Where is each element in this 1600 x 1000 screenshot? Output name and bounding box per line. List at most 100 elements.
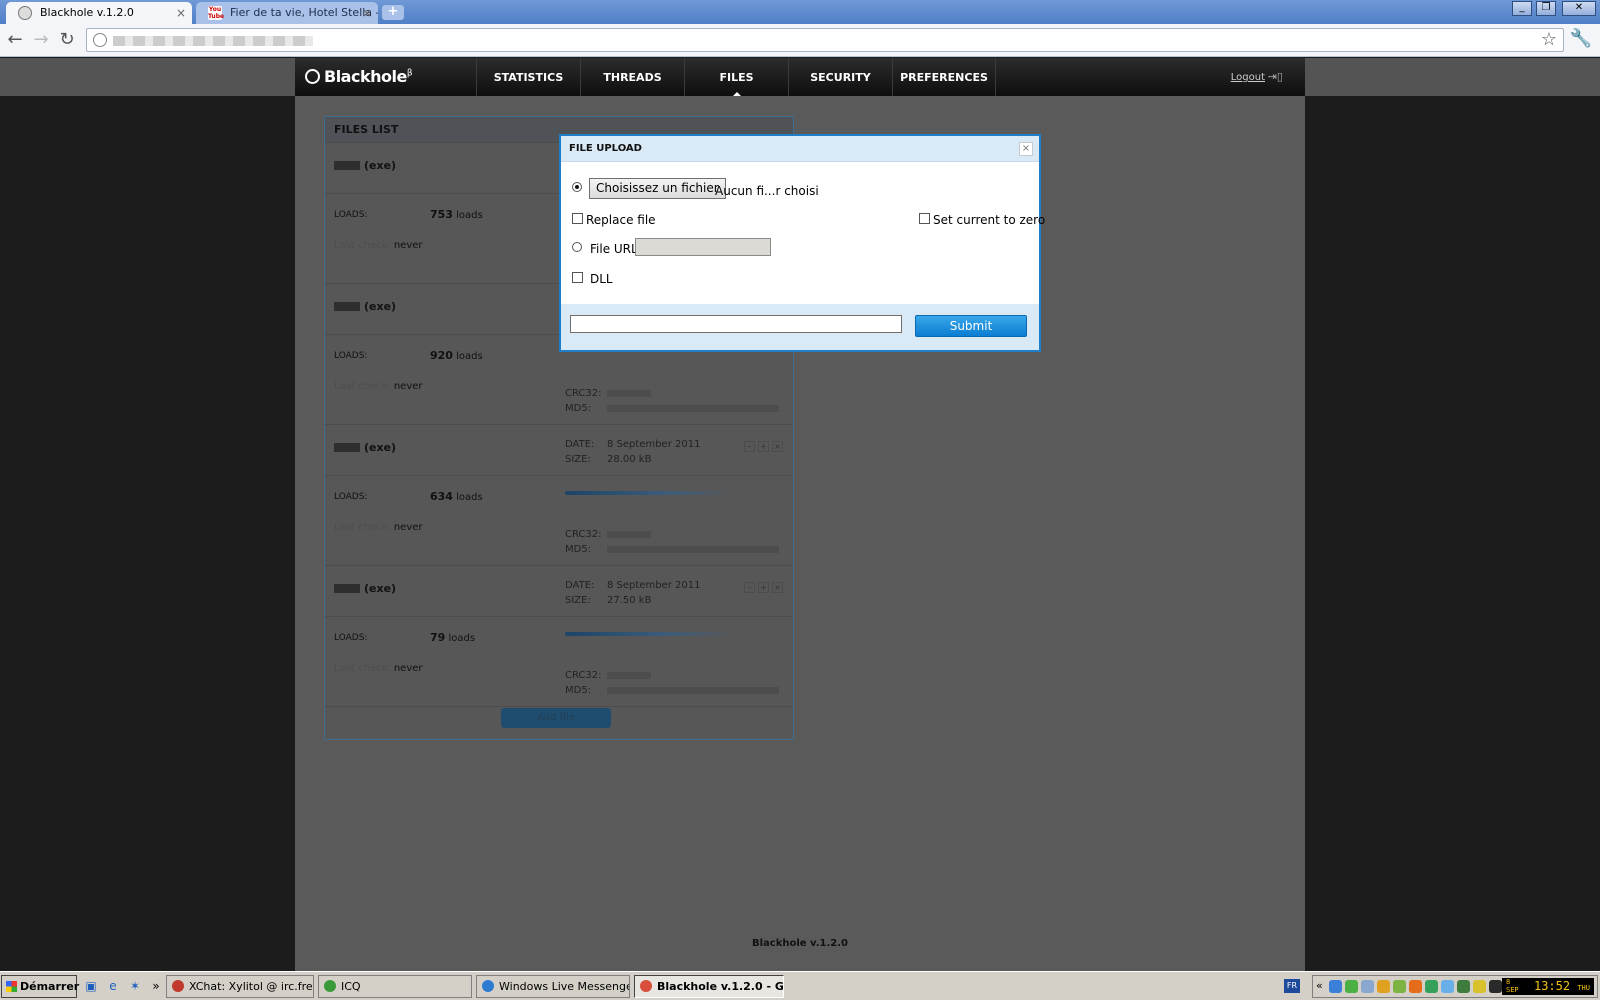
minus-icon[interactable]: – (744, 441, 755, 452)
file-ext: (exe) (364, 159, 397, 172)
close-tab-icon[interactable]: × (362, 2, 372, 24)
back-icon[interactable]: ← (4, 29, 26, 51)
loads-count: 920 (430, 349, 453, 362)
ie-icon[interactable]: e (105, 978, 121, 994)
tray-vc-icon[interactable] (1393, 980, 1406, 993)
tray-lock-icon[interactable] (1377, 980, 1390, 993)
plus-icon[interactable]: + (758, 582, 769, 593)
redacted-block (334, 161, 360, 170)
loads-label: LOADS: (334, 210, 368, 220)
minus-icon[interactable]: – (744, 582, 755, 593)
bookmark-star-icon[interactable]: ☆ (1541, 29, 1557, 51)
tray-warning-icon[interactable] (1473, 980, 1486, 993)
file-ext: (exe) (364, 441, 397, 454)
delete-icon[interactable]: × (772, 582, 783, 593)
redacted-block (334, 443, 360, 452)
task-chrome[interactable]: Blackhole v.1.2.0 - Go... (634, 975, 784, 998)
blurred-url (113, 36, 313, 46)
upload-progress-field (570, 315, 902, 333)
task-label: Blackhole v.1.2.0 - Go... (657, 980, 784, 993)
dll-checkbox[interactable] (572, 272, 583, 283)
file-url-radio[interactable] (572, 242, 582, 252)
file-url-input[interactable] (635, 238, 771, 256)
replace-file-checkbox[interactable] (572, 213, 583, 224)
nav-preferences[interactable]: PREFERENCES (892, 58, 996, 96)
replace-file-label: Replace file (586, 213, 656, 227)
start-button[interactable]: Démarrer (1, 975, 79, 998)
divider (325, 475, 793, 476)
file-date: DATE: 8 September 2011 (565, 439, 700, 450)
loads-bar (565, 632, 732, 636)
close-window-button[interactable]: ✕ (1562, 1, 1596, 16)
tab-youtube[interactable]: YouTube Fier de ta vie, Hotel Stella - Y… (196, 2, 378, 24)
redacted-block (607, 671, 651, 679)
loads-value: 634 loads (430, 490, 483, 503)
task-messenger[interactable]: Windows Live Messenger (476, 975, 630, 998)
quicklaunch-overflow[interactable]: » (148, 978, 164, 994)
desktop-icon[interactable]: ▣ (83, 978, 99, 994)
address-bar[interactable]: ☆ (86, 28, 1564, 52)
task-xchat[interactable]: XChat: Xylitol @ irc.free... (166, 975, 314, 998)
tray-sync-icon[interactable] (1361, 980, 1374, 993)
upload-file-radio[interactable] (572, 182, 582, 192)
last-check-value: never (393, 240, 423, 251)
tray-shield-icon[interactable] (1345, 980, 1358, 993)
taskbar: Démarrer ▣ e ✶ » XChat: Xylitol @ irc.fr… (0, 971, 1600, 1000)
tray-monitor-icon[interactable] (1457, 980, 1470, 993)
tray-network-icon[interactable] (1329, 980, 1342, 993)
loads-label: LOADS: (334, 492, 368, 502)
redacted-block (607, 389, 651, 397)
nav-files[interactable]: FILES (684, 58, 788, 96)
close-tab-icon[interactable]: × (176, 2, 186, 24)
language-indicator[interactable]: FR (1284, 979, 1300, 993)
logout-icon[interactable]: ⇥▯ (1268, 70, 1283, 83)
crc32: CRC32: (565, 388, 651, 399)
file-size: SIZE: 28.00 kB (565, 454, 651, 465)
tray-media-icon[interactable] (1489, 980, 1502, 993)
file-name: (exe) (334, 300, 396, 313)
nav-threads[interactable]: THREADS (580, 58, 684, 96)
choose-file-button[interactable]: Choisissez un fichier (589, 178, 726, 199)
last-check: Last check: never (334, 663, 423, 674)
add-file-button[interactable]: Add file (501, 708, 611, 728)
restore-button[interactable]: ❐ (1536, 1, 1556, 16)
tray-tool-icon[interactable] (1409, 980, 1422, 993)
tray-messenger-icon[interactable] (1441, 980, 1454, 993)
main-nav: STATISTICS THREADS FILES SECURITY PREFER… (476, 58, 996, 96)
crc32: CRC32: (565, 529, 651, 540)
clock[interactable]: 8 SEP 13:52 THU (1502, 978, 1594, 995)
loads-unit: loads (456, 351, 483, 362)
new-tab-button[interactable]: + (382, 5, 404, 20)
file-item: (exe) DATE: 8 September 2011 SIZE: 27.50 k… (325, 566, 793, 707)
last-check-label: Last check: (334, 240, 391, 251)
logo[interactable]: Blackholeβ (305, 67, 413, 86)
md5-label: MD5: (565, 685, 592, 696)
redacted-block (607, 530, 651, 538)
loads-label: LOADS: (334, 351, 368, 361)
minimize-button[interactable]: _ (1512, 1, 1532, 16)
last-check-label: Last check: (334, 522, 391, 533)
forward-icon[interactable]: → (30, 29, 52, 51)
no-file-chosen-text: Aucun fi...r choisi (715, 184, 819, 198)
submit-button[interactable]: Submit (915, 315, 1027, 337)
set-zero-label: Set current to zero (933, 213, 1046, 227)
file-name: (exe) (334, 582, 396, 595)
file-url-label: File URL (590, 242, 638, 256)
nav-security[interactable]: SECURITY (788, 58, 892, 96)
task-icq[interactable]: ICQ (318, 975, 472, 998)
tray-expand-icon[interactable]: « (1316, 979, 1323, 992)
browser-tab-bar: Blackhole v.1.2.0 × You Tube Fier de ta v… (0, 0, 1600, 24)
tab-blackhole[interactable]: Blackhole v.1.2.0 × (6, 2, 192, 24)
divider (325, 616, 793, 617)
media-icon[interactable]: ✶ (127, 978, 143, 994)
logout-link[interactable]: Logout (1231, 72, 1265, 83)
close-icon[interactable]: × (1019, 142, 1033, 156)
plus-icon[interactable]: + (758, 441, 769, 452)
wrench-icon[interactable]: 🔧 (1570, 28, 1592, 49)
last-check: Last check: never (334, 522, 423, 533)
delete-icon[interactable]: × (772, 441, 783, 452)
set-zero-checkbox[interactable] (919, 213, 930, 224)
nav-statistics[interactable]: STATISTICS (476, 58, 580, 96)
reload-icon[interactable]: ↻ (56, 29, 78, 51)
tray-icq-icon[interactable] (1425, 980, 1438, 993)
